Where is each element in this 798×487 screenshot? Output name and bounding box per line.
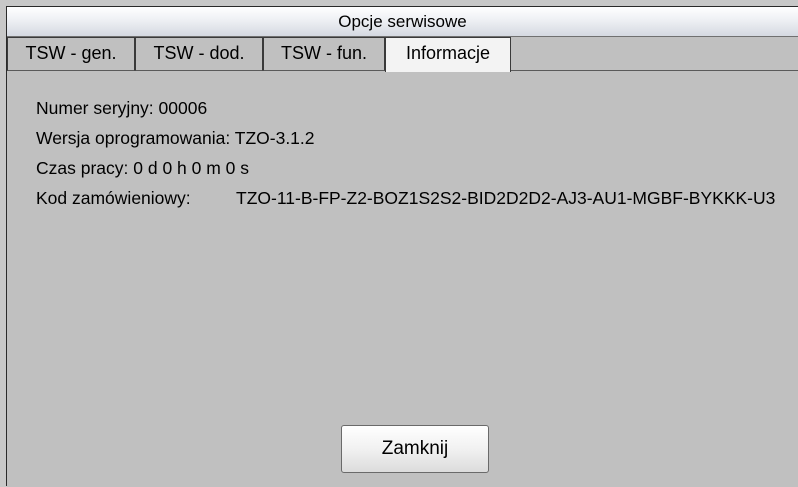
tab-tsw-dod[interactable]: TSW - dod. [135,37,263,71]
tab-informacje[interactable]: Informacje [385,37,511,72]
tab-strip: TSW - gen. TSW - dod. TSW - fun. Informa… [7,37,798,72]
service-options-window: Opcje serwisowe TSW - gen. TSW - dod. TS… [6,6,798,487]
window-title: Opcje serwisowe [7,7,798,37]
runtime-label: Czas pracy: [36,158,129,178]
serial-number-value: 00006 [158,98,208,118]
order-code-value: TZO-11-B-FP-Z2-BOZ1S2S2-BID2D2D2-AJ3-AU1… [236,188,776,208]
close-button[interactable]: Zamknij [341,425,489,473]
serial-number-row: Numer seryjny: 00006 [36,98,207,119]
tab-tsw-gen[interactable]: TSW - gen. [7,37,135,71]
software-version-row: Wersja oprogramowania: TZO-3.1.2 [36,128,315,149]
software-version-label: Wersja oprogramowania: [36,128,231,148]
serial-number-label: Numer seryjny: [36,98,154,118]
order-code-label: Kod zamówieniowy: [36,188,191,208]
info-panel: Numer seryjny: 00006 Wersja oprogramowan… [7,71,798,487]
tab-tsw-fun[interactable]: TSW - fun. [263,37,385,71]
order-code-row: Kod zamówieniowy: [36,188,191,209]
runtime-value: 0 d 0 h 0 m 0 s [133,158,250,178]
software-version-value: TZO-3.1.2 [234,128,315,148]
runtime-row: Czas pracy: 0 d 0 h 0 m 0 s [36,158,249,179]
